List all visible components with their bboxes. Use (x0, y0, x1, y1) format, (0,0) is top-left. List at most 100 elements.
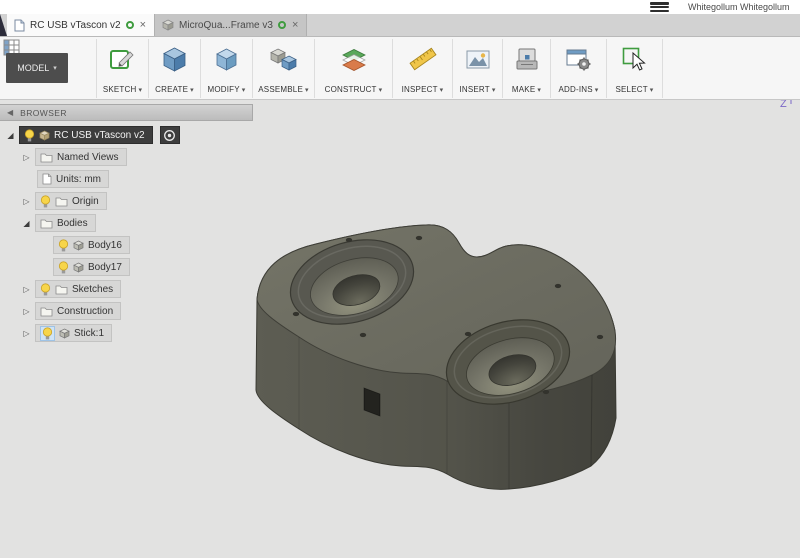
chevron-down-icon: ▾ (492, 86, 496, 94)
browser-tree: ◢ RC USB vTascon v2 ▷ (0, 124, 270, 344)
tab-close-icon[interactable]: × (139, 19, 147, 31)
group-label: SKETCH (103, 85, 137, 94)
expand-collapse-icon[interactable]: ▷ (21, 285, 32, 294)
collapse-panel-icon[interactable]: ◀ (7, 108, 13, 117)
activate-component-radio[interactable] (160, 126, 180, 144)
root-component-chip[interactable]: RC USB vTascon v2 (19, 126, 153, 144)
chevron-down-icon: ▾ (537, 86, 541, 94)
browser-panel-header[interactable]: ◀ BROWSER (0, 104, 253, 121)
toolbar-group-create[interactable]: CREATE▾ (149, 39, 201, 98)
folder-icon (40, 218, 53, 229)
tree-row-stick[interactable]: ▷ Stick:1 (0, 322, 270, 344)
group-label: SELECT (615, 85, 647, 94)
toolbar-group-construct[interactable]: CONSTRUCT▾ (315, 39, 393, 98)
folder-icon (55, 284, 68, 295)
toolbar-group-addins[interactable]: ADD-INS▾ (551, 39, 607, 98)
folder-icon (55, 196, 68, 207)
expand-collapse-icon[interactable]: ▷ (21, 153, 32, 162)
tree-item-chip[interactable]: Stick:1 (35, 324, 112, 342)
tab-close-icon[interactable]: × (291, 19, 299, 31)
tree-item-chip[interactable]: Bodies (35, 214, 96, 232)
tree-row-body16[interactable]: Body16 (0, 234, 270, 256)
tree-row-root-component[interactable]: ◢ RC USB vTascon v2 (0, 124, 270, 146)
tree-item-label: Origin (72, 196, 99, 207)
tree-item-label: Construction (57, 306, 113, 317)
group-label: CONSTRUCT (325, 85, 377, 94)
construct-icon (339, 46, 369, 73)
expand-collapse-icon[interactable]: ▷ (21, 197, 32, 206)
tree-item-label: Bodies (57, 218, 88, 229)
expand-collapse-icon[interactable]: ◢ (5, 131, 16, 140)
tree-row-construction[interactable]: ▷ Construction (0, 300, 270, 322)
chevron-down-icon: ▾ (53, 64, 57, 72)
visibility-bulb-icon[interactable] (42, 327, 53, 340)
tree-item-chip[interactable]: Construction (35, 302, 121, 320)
toolbar-group-make[interactable]: MAKE▾ (503, 39, 551, 98)
body-cube-icon (73, 240, 84, 251)
expand-collapse-icon[interactable]: ▷ (21, 307, 32, 316)
tree-item-chip[interactable]: Units: mm (37, 170, 109, 188)
toolbar-group-inspect[interactable]: INSPECT▾ (393, 39, 453, 98)
tree-item-chip[interactable]: Body16 (53, 236, 130, 254)
inspect-ruler-icon (409, 46, 437, 73)
tree-item-chip[interactable]: Body17 (53, 258, 130, 276)
group-label: ADD-INS (558, 85, 592, 94)
group-label: INSPECT (402, 85, 438, 94)
sketch-icon (109, 46, 136, 73)
tree-row-bodies[interactable]: ◢ Bodies (0, 212, 270, 234)
visibility-bulb-highlight[interactable] (40, 326, 55, 341)
group-label: INSERT (459, 85, 489, 94)
expand-collapse-icon[interactable]: ◢ (21, 219, 32, 228)
group-label: ASSEMBLE (258, 85, 303, 94)
toolbar-group-assemble[interactable]: ASSEMBLE▾ (253, 39, 315, 98)
toolbar-group-sketch[interactable]: SKETCH▾ (97, 39, 149, 98)
create-icon (161, 46, 188, 73)
tree-row-named-views[interactable]: ▷ Named Views (0, 146, 270, 168)
visibility-bulb-icon[interactable] (58, 239, 69, 252)
toolbar-groups: SKETCH▾ CREATE▾ MODIFY▾ (96, 39, 663, 98)
make-printer-icon (514, 46, 540, 73)
modify-icon (213, 46, 240, 73)
assemble-icon (269, 46, 299, 73)
chevron-down-icon: ▾ (242, 86, 246, 94)
body-cube-icon (73, 262, 84, 273)
select-cursor-icon (621, 46, 648, 73)
tab-microquad-frame[interactable]: MicroQua...Frame v3 × (155, 14, 307, 36)
expand-collapse-icon[interactable]: ▷ (21, 329, 32, 338)
visibility-bulb-icon[interactable] (24, 129, 35, 142)
account-username[interactable]: Whitegollum Whitegollum (688, 2, 790, 12)
chevron-down-icon: ▾ (190, 86, 194, 94)
tab-rc-usb-vtascon[interactable]: RC USB vTascon v2 × (7, 14, 155, 36)
app-menu-icon[interactable] (650, 2, 669, 12)
toolbar-group-insert[interactable]: INSERT▾ (453, 39, 503, 98)
target-icon (163, 129, 176, 142)
tree-row-origin[interactable]: ▷ Origin (0, 190, 270, 212)
tree-row-units[interactable]: Units: mm (0, 168, 270, 190)
chevron-down-icon: ▾ (440, 86, 444, 94)
chevron-down-icon: ▾ (595, 86, 599, 94)
tree-item-chip[interactable]: Origin (35, 192, 107, 210)
tree-item-label: Units: mm (56, 174, 101, 185)
tree-item-chip[interactable]: Named Views (35, 148, 127, 166)
document-icon (42, 173, 52, 185)
chevron-down-icon: ▾ (138, 86, 142, 94)
unsaved-status-icon (126, 21, 134, 29)
visibility-bulb-icon[interactable] (58, 261, 69, 274)
tree-item-label: Stick:1 (74, 328, 104, 339)
tree-item-chip[interactable]: Sketches (35, 280, 121, 298)
visibility-bulb-icon[interactable] (40, 195, 51, 208)
toolbar-group-modify[interactable]: MODIFY▾ (201, 39, 253, 98)
tree-row-sketches[interactable]: ▷ Sketches (0, 278, 270, 300)
tab-bar-wedge (0, 14, 7, 36)
ribbon-toolbar: MODEL ▾ SKETCH▾ CREATE▾ (0, 37, 800, 100)
tab-label: MicroQua...Frame v3 (179, 20, 273, 31)
document-icon (14, 19, 25, 32)
tree-item-label: Sketches (72, 284, 113, 295)
chevron-down-icon: ▾ (305, 86, 309, 94)
tree-row-body17[interactable]: Body17 (0, 256, 270, 278)
tree-item-label: RC USB vTascon v2 (54, 130, 145, 141)
unsaved-status-icon (278, 21, 286, 29)
workspace-switcher-button[interactable]: MODEL ▾ (6, 53, 68, 83)
visibility-bulb-icon[interactable] (40, 283, 51, 296)
toolbar-group-select[interactable]: SELECT▾ (607, 39, 663, 98)
